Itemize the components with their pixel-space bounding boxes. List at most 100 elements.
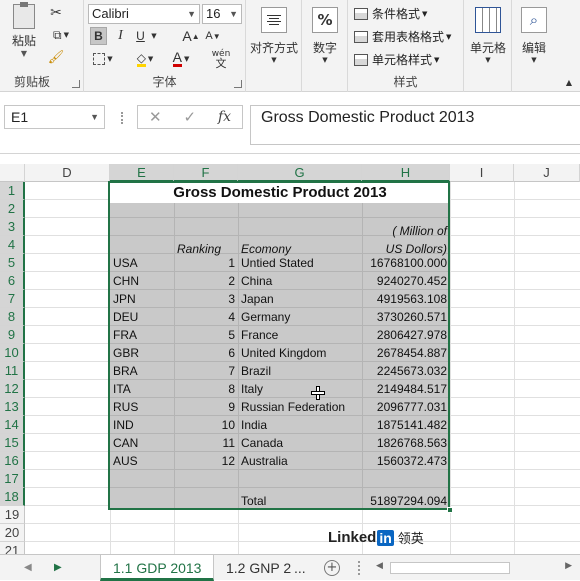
select-all-corner[interactable] bbox=[0, 164, 25, 182]
row-header[interactable]: 10 bbox=[0, 344, 25, 362]
conditional-formatting-button[interactable]: 条件格式 ▼ bbox=[354, 5, 427, 22]
collapse-ribbon-icon[interactable]: ▲ bbox=[562, 76, 576, 88]
cut-button[interactable]: ✂ bbox=[46, 4, 66, 22]
column-header-i[interactable]: I bbox=[450, 164, 514, 182]
row-header[interactable]: 12 bbox=[0, 380, 25, 398]
tab-splitter[interactable] bbox=[358, 561, 360, 575]
grow-font-button[interactable]: A ▲ bbox=[182, 27, 200, 45]
row-header[interactable]: 18 bbox=[0, 488, 25, 506]
shrink-font-button[interactable]: A ▼ bbox=[204, 27, 222, 45]
alignment-button[interactable]: 对齐方式 ▼ bbox=[250, 4, 298, 66]
horizontal-scrollbar[interactable]: ◀ ▶ bbox=[372, 561, 576, 575]
formula-input[interactable]: Gross Domestic Product 2013 bbox=[250, 105, 580, 145]
brush-icon: 🖌 bbox=[47, 49, 65, 65]
font-size-select[interactable]: 16 ▼ bbox=[202, 4, 242, 24]
row-header[interactable]: 11 bbox=[0, 362, 25, 380]
sheet-tabs-bar: ◀ ▶ 1.1 GDP 2013 1.2 GNP 2( ... + ◀ ▶ bbox=[0, 554, 580, 581]
fill-handle[interactable] bbox=[447, 507, 453, 513]
name-box[interactable]: E1 ▼ bbox=[4, 105, 105, 129]
ribbon: 粘贴 ▼ ✂ ⧉ ▼ 🖌 剪贴板 Calibri ▼ 16 ▼ B I U ▼ A… bbox=[0, 0, 580, 92]
clipboard-group-label: 剪贴板 bbox=[14, 75, 51, 89]
column-header-j[interactable]: J bbox=[514, 164, 580, 182]
magnifier-icon: ⌕ bbox=[521, 6, 547, 33]
paste-button[interactable]: 粘贴 ▼ bbox=[6, 2, 42, 58]
number-format-button[interactable]: % 数字 ▼ bbox=[304, 4, 346, 66]
number-group: % 数字 ▼ bbox=[302, 0, 348, 92]
cancel-icon[interactable]: ✕ bbox=[149, 108, 162, 126]
scroll-left-arrow-icon[interactable]: ◀ bbox=[24, 555, 32, 581]
column-header-e[interactable]: E bbox=[110, 164, 174, 182]
phonetic-button[interactable]: wén 文 bbox=[208, 48, 234, 70]
row-header[interactable]: 9 bbox=[0, 326, 25, 344]
formula-bar-grip[interactable] bbox=[121, 112, 123, 124]
row-header[interactable]: 15 bbox=[0, 434, 25, 452]
editing-label: 编辑 bbox=[521, 40, 546, 55]
column-header-d[interactable]: D bbox=[25, 164, 110, 182]
row-header[interactable]: 7 bbox=[0, 290, 25, 308]
row-header[interactable]: 1 bbox=[0, 182, 25, 200]
shrink-font-label: A bbox=[205, 30, 213, 42]
scissors-icon: ✂ bbox=[50, 5, 62, 21]
sheet-tab-gnp[interactable]: 1.2 GNP 2( bbox=[214, 555, 292, 581]
row-header[interactable]: 13 bbox=[0, 398, 25, 416]
selection-border bbox=[108, 181, 450, 510]
alignment-label: 对齐方式 bbox=[250, 40, 299, 55]
border-button[interactable]: ▼ bbox=[90, 50, 116, 68]
format-as-table-label: 套用表格格式 bbox=[372, 30, 445, 44]
copy-button[interactable]: ⧉ ▼ bbox=[46, 26, 76, 44]
gridline-horizontal bbox=[25, 523, 580, 524]
font-color-button[interactable]: A ▼ bbox=[168, 50, 194, 68]
chevron-down-icon: ▼ bbox=[90, 112, 99, 122]
underline-button[interactable]: U bbox=[132, 27, 149, 45]
format-painter-button[interactable]: 🖌 bbox=[46, 48, 66, 66]
font-color-icon: A bbox=[172, 49, 182, 67]
column-header-f[interactable]: F bbox=[174, 164, 238, 182]
scroll-right-arrow-icon[interactable]: ▶ bbox=[54, 555, 62, 581]
alignment-group: 对齐方式 ▼ bbox=[246, 0, 302, 92]
italic-button[interactable]: I bbox=[112, 27, 129, 45]
copy-icon: ⧉ bbox=[53, 27, 62, 42]
grow-font-label: A bbox=[182, 28, 192, 44]
row-header[interactable]: 14 bbox=[0, 416, 25, 434]
cells-group: 单元格 ▼ bbox=[464, 0, 512, 92]
row-header[interactable]: 20 bbox=[0, 524, 25, 542]
worksheet-grid[interactable]: D E F G H I J 1 2 3 4 5 6 7 8 9 10 11 12 13 14 15 16 17 1… bbox=[0, 154, 580, 560]
sheet-tab-gdp-2013[interactable]: 1.1 GDP 2013 bbox=[100, 555, 215, 581]
format-as-table-button[interactable]: 套用表格格式 ▼ bbox=[354, 28, 451, 45]
scrollbar-thumb[interactable] bbox=[390, 562, 510, 574]
cell-styles-label: 单元格样式 bbox=[372, 53, 433, 67]
cell-styles-button[interactable]: 单元格样式 ▼ bbox=[354, 51, 439, 68]
scrollbar-left-icon[interactable]: ◀ bbox=[376, 561, 383, 571]
row-header[interactable]: 16 bbox=[0, 452, 25, 470]
gridline-horizontal bbox=[25, 541, 580, 542]
add-sheet-icon[interactable]: + bbox=[324, 560, 340, 576]
column-header-g[interactable]: G bbox=[238, 164, 362, 182]
enter-icon[interactable]: ✓ bbox=[183, 108, 196, 126]
gridline-vertical bbox=[450, 182, 451, 554]
scrollbar-right-icon[interactable]: ▶ bbox=[565, 561, 572, 571]
row-header[interactable]: 6 bbox=[0, 272, 25, 290]
font-launcher-icon[interactable] bbox=[234, 80, 242, 88]
chevron-down-icon: ▼ bbox=[187, 9, 196, 19]
font-name-value: Calibri bbox=[92, 6, 129, 21]
paste-label: 粘贴 bbox=[11, 34, 36, 48]
bold-button[interactable]: B bbox=[90, 27, 107, 45]
more-sheets-button[interactable]: ... bbox=[288, 555, 312, 581]
formula-bar: E1 ▼ ✕ ✓ fx Gross Domestic Product 2013 bbox=[0, 92, 580, 154]
row-header[interactable]: 3 bbox=[0, 218, 25, 236]
row-header[interactable]: 8 bbox=[0, 308, 25, 326]
row-header[interactable]: 4 bbox=[0, 236, 25, 254]
cell-styles-icon bbox=[354, 53, 368, 66]
row-header[interactable]: 2 bbox=[0, 200, 25, 218]
underline-dropdown-icon[interactable]: ▼ bbox=[150, 29, 158, 43]
cells-button[interactable]: 单元格 ▼ bbox=[466, 4, 510, 66]
row-header[interactable]: 19 bbox=[0, 506, 25, 524]
column-header-h[interactable]: H bbox=[362, 164, 450, 182]
editing-button[interactable]: ⌕ 编辑 ▼ bbox=[514, 4, 554, 66]
insert-function-icon[interactable]: fx bbox=[218, 109, 231, 125]
fill-color-button[interactable]: ◇ ▼ bbox=[132, 50, 158, 68]
row-header[interactable]: 5 bbox=[0, 254, 25, 272]
font-name-select[interactable]: Calibri ▼ bbox=[88, 4, 200, 24]
clipboard-launcher-icon[interactable] bbox=[72, 80, 80, 88]
row-header[interactable]: 17 bbox=[0, 470, 25, 488]
